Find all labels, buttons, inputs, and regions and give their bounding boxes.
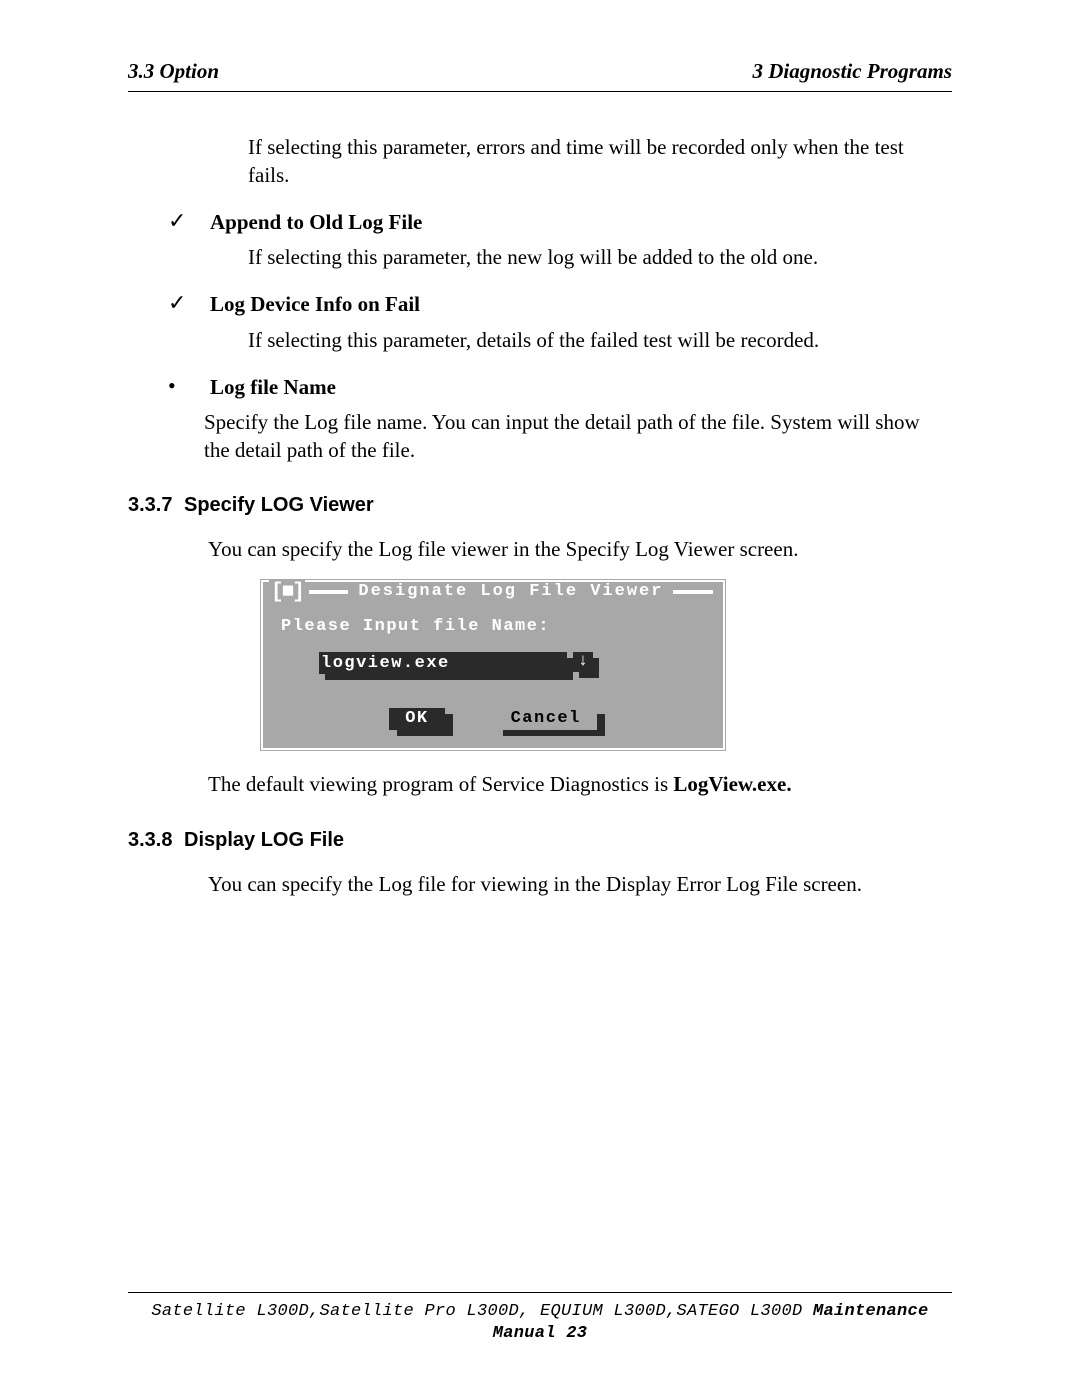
item-body: If selecting this parameter, details of …	[248, 327, 942, 354]
section-number: 3.3.7	[128, 492, 184, 518]
section-title: Specify LOG Viewer	[184, 494, 374, 516]
check-icon: ✓	[168, 291, 210, 315]
closing-bold: LogView.exe.	[673, 772, 791, 796]
section-heading-338: 3.3.8Display LOG File	[128, 827, 952, 853]
content: If selecting this parameter, errors and …	[128, 92, 952, 898]
check-icon: ✓	[168, 209, 210, 233]
section-title: Display LOG File	[184, 829, 344, 851]
dialog-body: Please Input file Name: logview.exe ↓ OK…	[263, 602, 723, 748]
item-body: Specify the Log file name. You can input…	[204, 409, 942, 464]
footer-rule	[128, 1292, 952, 1293]
section-338-para: You can specify the Log file for viewing…	[208, 871, 942, 898]
dialog-prompt: Please Input file Name:	[281, 616, 705, 638]
intro-paragraph: If selecting this parameter, errors and …	[248, 134, 942, 189]
ok-button[interactable]: OK	[389, 708, 444, 730]
dialog-title: Designate Log File Viewer	[352, 581, 669, 603]
item-title: Append to Old Log File	[210, 209, 422, 236]
dialog-titlebar: [■] Designate Log File Viewer	[263, 582, 723, 602]
filename-input[interactable]: logview.exe	[319, 652, 567, 674]
footer-text: Satellite L300D,Satellite Pro L300D, EQU…	[128, 1301, 952, 1345]
item-title: Log file Name	[210, 374, 336, 401]
titlebar-rule	[673, 590, 713, 594]
footer-models: Satellite L300D,Satellite Pro L300D, EQU…	[151, 1302, 802, 1321]
page: 3.3 Option 3 Diagnostic Programs If sele…	[0, 0, 1080, 1397]
dialog-buttons: OK Cancel	[281, 708, 705, 730]
dialog-input-row: logview.exe ↓	[281, 652, 705, 674]
item-title: Log Device Info on Fail	[210, 291, 420, 318]
dropdown-icon[interactable]: ↓	[573, 652, 593, 672]
header-left: 3.3 Option	[128, 58, 219, 85]
dialog-control-icon[interactable]: [■]	[269, 579, 305, 606]
titlebar-rule	[309, 590, 349, 594]
bullet-icon: •	[168, 374, 210, 398]
item-body: If selecting this parameter, the new log…	[248, 244, 942, 271]
dos-dialog: [■] Designate Log File Viewer Please Inp…	[258, 577, 728, 753]
section-337-para: You can specify the Log file viewer in t…	[208, 536, 942, 563]
page-header: 3.3 Option 3 Diagnostic Programs	[128, 58, 952, 85]
cancel-button[interactable]: Cancel	[495, 708, 597, 730]
header-right: 3 Diagnostic Programs	[752, 58, 952, 85]
section-heading-337: 3.3.7Specify LOG Viewer	[128, 492, 952, 518]
section-337-closing: The default viewing program of Service D…	[208, 771, 942, 798]
page-footer: Satellite L300D,Satellite Pro L300D, EQU…	[128, 1292, 952, 1345]
section-number: 3.3.8	[128, 827, 184, 853]
item-append-log: ✓ Append to Old Log File	[168, 209, 952, 236]
item-log-file-name: • Log file Name	[168, 374, 952, 401]
item-log-device-info: ✓ Log Device Info on Fail	[168, 291, 952, 318]
closing-text: The default viewing program of Service D…	[208, 772, 673, 796]
